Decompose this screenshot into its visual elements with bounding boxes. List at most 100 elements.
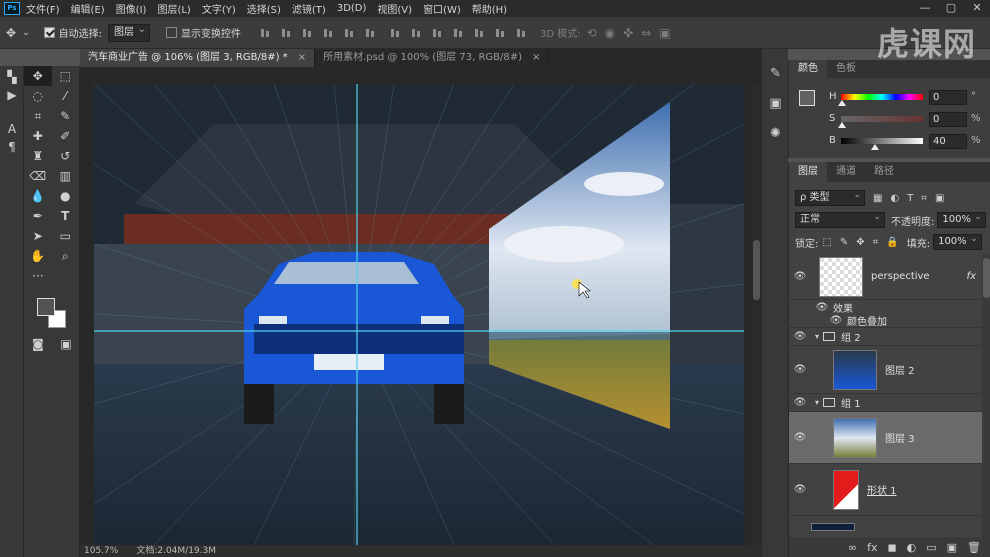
- 3d-scale-icon[interactable]: ▣: [659, 26, 670, 40]
- play-icon[interactable]: ▶: [0, 86, 24, 104]
- hue-input[interactable]: 0: [929, 90, 967, 105]
- lock-position-icon[interactable]: ✥: [856, 237, 864, 248]
- adjustment-layer-icon[interactable]: ◐: [907, 541, 917, 554]
- visibility-eye-icon[interactable]: 👁: [789, 484, 811, 495]
- scrollbar-thumb[interactable]: [983, 258, 990, 298]
- layer-fx-icon[interactable]: fx: [967, 271, 976, 282]
- visibility-eye-icon[interactable]: 👁: [811, 302, 833, 313]
- menu-edit[interactable]: 编辑(E): [71, 1, 105, 16]
- scrollbar-thumb[interactable]: [753, 240, 760, 300]
- tab-materials[interactable]: 所用素材.psd @ 100% (图层 73, RGB/8#) ×: [315, 49, 550, 67]
- close-tab-icon[interactable]: ×: [532, 49, 540, 67]
- align-right-icon[interactable]: [364, 27, 377, 39]
- link-layers-icon[interactable]: ∞: [848, 541, 857, 554]
- saturation-input[interactable]: 0: [929, 112, 967, 127]
- history-panel-icon[interactable]: ✎: [762, 59, 789, 89]
- layer-name[interactable]: perspective: [871, 271, 930, 282]
- path-select-icon[interactable]: ➤: [24, 226, 52, 246]
- brightness-slider[interactable]: [841, 138, 923, 144]
- tool-preset-chevron-icon[interactable]: ⌄: [22, 28, 30, 38]
- lock-all-icon[interactable]: 🔒: [886, 237, 898, 248]
- distribute-right-icon[interactable]: [494, 27, 507, 39]
- healing-brush-icon[interactable]: ✚: [24, 126, 52, 146]
- group-row[interactable]: 👁 ▾ 组 2: [789, 328, 982, 346]
- stamp-tool-icon[interactable]: ♜: [24, 146, 52, 166]
- shape-tool-icon[interactable]: ▭: [52, 226, 80, 246]
- group-expand-chevron-icon[interactable]: ▾: [815, 398, 819, 407]
- more-tools-icon[interactable]: ···: [24, 266, 52, 286]
- menu-3d[interactable]: 3D(D): [337, 3, 367, 14]
- type-tool-icon[interactable]: T: [52, 206, 80, 226]
- fill-input[interactable]: 100%: [933, 232, 982, 250]
- move-tool-icon[interactable]: ✥: [24, 66, 52, 86]
- quick-mask-icon[interactable]: ◙: [24, 334, 52, 354]
- hue-knob[interactable]: [838, 100, 846, 106]
- align-left-icon[interactable]: [322, 27, 335, 39]
- menu-window[interactable]: 窗口(W): [423, 1, 461, 16]
- align-bottom-icon[interactable]: [301, 27, 314, 39]
- move-tool-icon[interactable]: ✥: [6, 26, 16, 40]
- maximize-button[interactable]: ▢: [938, 0, 964, 17]
- 3d-pan-icon[interactable]: ✜: [623, 26, 633, 40]
- visibility-eye-icon[interactable]: 👁: [789, 271, 811, 282]
- layer-row[interactable]: 👁 图层 2: [789, 346, 982, 394]
- layer-name[interactable]: 形状 1: [867, 482, 897, 497]
- layer-row-selected[interactable]: 👁 图层 3: [789, 412, 982, 464]
- auto-align-icon[interactable]: [515, 27, 528, 39]
- zoom-level[interactable]: 105.7%: [84, 545, 118, 557]
- distribute-hcenter-icon[interactable]: [473, 27, 486, 39]
- tab-layers[interactable]: 图层: [789, 162, 827, 182]
- auto-select-target-dropdown[interactable]: 图层: [107, 22, 150, 42]
- minimize-button[interactable]: —: [912, 0, 938, 17]
- hue-slider[interactable]: [841, 94, 923, 100]
- saturation-slider[interactable]: [841, 116, 923, 122]
- marquee-tool-icon[interactable]: ⬚: [52, 66, 80, 86]
- group-row[interactable]: 👁 ▾ 组 1: [789, 394, 982, 412]
- close-window-button[interactable]: ✕: [964, 0, 990, 17]
- gradient-tool-icon[interactable]: ▥: [52, 166, 80, 186]
- lock-transparent-icon[interactable]: ⬚: [822, 237, 831, 248]
- menu-file[interactable]: 文件(F): [26, 1, 60, 16]
- menu-view[interactable]: 视图(V): [377, 1, 412, 16]
- magic-wand-icon[interactable]: ⁄: [52, 86, 80, 106]
- blend-mode-dropdown[interactable]: 正常: [795, 210, 885, 228]
- layer-row[interactable]: 👁 形状 1: [789, 464, 982, 516]
- lock-image-icon[interactable]: ✎: [840, 237, 848, 248]
- eyedropper-icon[interactable]: ✎: [52, 106, 80, 126]
- add-mask-icon[interactable]: ◼: [887, 541, 896, 554]
- distribute-vcenter-icon[interactable]: [410, 27, 423, 39]
- history-brush-icon[interactable]: ↺: [52, 146, 80, 166]
- menu-image[interactable]: 图像(I): [116, 1, 147, 16]
- visibility-eye-icon[interactable]: 👁: [789, 364, 811, 375]
- tab-swatches[interactable]: 色板: [827, 60, 865, 78]
- group-name[interactable]: 组 1: [841, 395, 861, 410]
- menu-help[interactable]: 帮助(H): [472, 1, 507, 16]
- align-top-icon[interactable]: [259, 27, 272, 39]
- filter-shape-icon[interactable]: ⌗: [921, 193, 927, 204]
- lasso-tool-icon[interactable]: ◌: [24, 86, 52, 106]
- auto-select-checkbox[interactable]: [43, 27, 55, 38]
- 3d-slide-icon[interactable]: ⇔: [641, 26, 651, 40]
- blur-tool-icon[interactable]: 💧: [24, 186, 52, 206]
- tab-paths[interactable]: 路径: [865, 162, 903, 182]
- dodge-tool-icon[interactable]: ●: [52, 186, 80, 206]
- visibility-eye-icon[interactable]: 👁: [789, 331, 811, 342]
- saturation-knob[interactable]: [838, 122, 846, 128]
- align-vcenter-icon[interactable]: [280, 27, 293, 39]
- canvas-area[interactable]: [80, 67, 761, 545]
- menu-filter[interactable]: 滤镜(T): [292, 1, 326, 16]
- 3d-orbit-icon[interactable]: ⟲: [587, 26, 597, 40]
- effects-row[interactable]: 👁 效果: [789, 300, 982, 315]
- foreground-color-swatch[interactable]: [799, 90, 815, 106]
- tab-channels[interactable]: 通道: [827, 162, 865, 182]
- paragraph-panel-icon[interactable]: ¶: [0, 138, 24, 156]
- visibility-eye-icon[interactable]: 👁: [789, 397, 811, 408]
- new-layer-icon[interactable]: ▣: [947, 541, 957, 554]
- align-hcenter-icon[interactable]: [343, 27, 356, 39]
- close-tab-icon[interactable]: ×: [298, 49, 306, 67]
- tab-color[interactable]: 颜色: [789, 60, 827, 78]
- 3d-roll-icon[interactable]: ◉: [605, 26, 615, 40]
- opacity-input[interactable]: 100%: [937, 210, 986, 228]
- new-group-icon[interactable]: ▭: [926, 541, 936, 554]
- distribute-top-icon[interactable]: [389, 27, 402, 39]
